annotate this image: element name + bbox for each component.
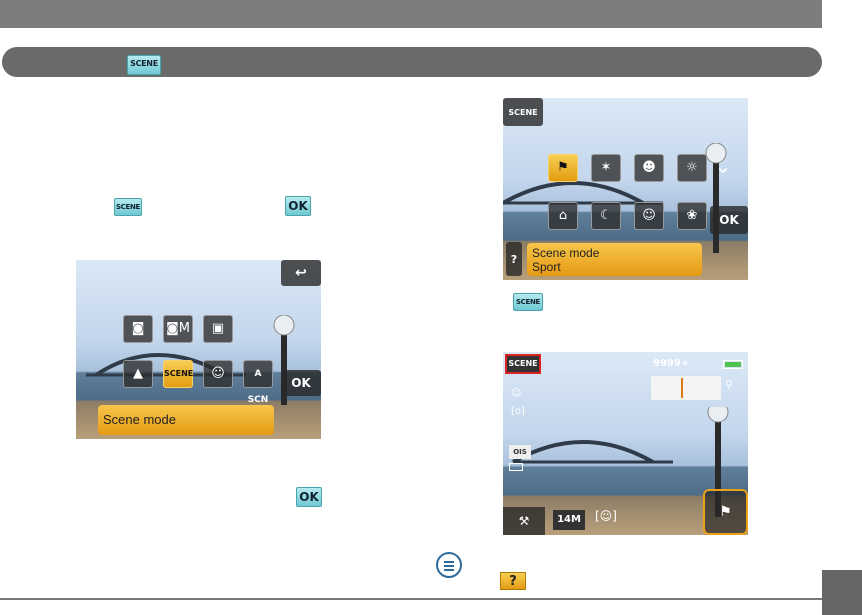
camera-manual-icon[interactable]: ◙M	[163, 315, 193, 343]
sport-icon[interactable]: ⚑	[548, 154, 578, 182]
video-camera-icon[interactable]: ▣	[203, 315, 233, 343]
footer-rule	[0, 598, 822, 600]
scene-chip: SCENE	[127, 55, 161, 75]
help-button[interactable]: ?	[506, 242, 522, 276]
section-bar	[2, 47, 822, 77]
ok-inline-icon: OK	[285, 196, 311, 216]
battery-full-icon	[723, 360, 743, 369]
scene-chip: SCENE	[503, 98, 543, 126]
landscape-icon[interactable]: ❀	[677, 202, 707, 230]
face-detect-icon: ☺	[511, 388, 522, 399]
screen-scene-menu: SCENE ⚑ ✶ ☻ ☼ ⌂ ☾ ☺ ❀ ⌄ OK ? Scene mode …	[503, 98, 748, 280]
mode-banner: Scene mode	[98, 405, 274, 435]
child-icon[interactable]: ☻	[634, 154, 664, 182]
screen-mode-menu: ↩ ◙ ◙M ▣ ▲ SCENE ☺ A SCN OK Scene mode	[76, 260, 321, 439]
scene-inline-icon: SCENE	[114, 198, 142, 216]
resolution-icon[interactable]: 14M	[553, 510, 585, 530]
sport-scene-button[interactable]: ⚑	[703, 489, 748, 535]
scene-chip: SCENE	[505, 354, 541, 374]
note-icon	[436, 552, 462, 578]
scene-caption-icon: SCENE	[513, 293, 543, 311]
aspect-icon	[509, 463, 523, 471]
screen-live-view: SCENE 9999+ ⚲ ☺ [o] OIS ⚒ 14M [☺] ⚑	[503, 352, 748, 535]
zoom-in-icon: ⚲	[725, 378, 734, 391]
ok-button[interactable]: OK	[281, 370, 321, 396]
scene-banner-value: Sport	[532, 260, 561, 274]
chevron-down-icon[interactable]: ⌄	[710, 156, 736, 176]
metering-icon: [o]	[511, 406, 525, 417]
back-icon[interactable]: ↩	[281, 260, 321, 286]
museum-icon[interactable]: ⌂	[548, 202, 578, 230]
shot-count: 9999+	[653, 358, 690, 369]
ok-button[interactable]: OK	[710, 206, 748, 234]
ois-icon: OIS	[509, 445, 531, 459]
face-frame-icon[interactable]: [☺]	[595, 509, 617, 523]
help-icon: ?	[500, 572, 526, 590]
night-landscape-icon[interactable]: ☾	[591, 202, 621, 230]
fireworks-icon[interactable]: ✶	[591, 154, 621, 182]
page-tab	[822, 570, 862, 615]
landscape-mode-icon[interactable]: ▲	[123, 360, 153, 388]
scene-banner-title: Scene mode	[532, 246, 600, 260]
night-portrait-icon[interactable]: ☺	[634, 202, 664, 230]
camera-icon[interactable]: ◙	[123, 315, 153, 343]
zoom-bar[interactable]	[651, 376, 721, 400]
portrait-mode-icon[interactable]: ☺	[203, 360, 233, 388]
scene-mode-icon[interactable]: SCENE	[163, 360, 193, 388]
header-strip	[0, 0, 822, 28]
ok-inline-icon-2: OK	[296, 487, 322, 507]
sunset-icon[interactable]: ☼	[677, 154, 707, 182]
settings-icon[interactable]: ⚒	[503, 507, 545, 535]
scene-banner: Scene mode Sport	[527, 243, 702, 276]
zoom-indicator	[681, 378, 683, 398]
auto-scene-icon[interactable]: A SCN	[243, 360, 273, 405]
